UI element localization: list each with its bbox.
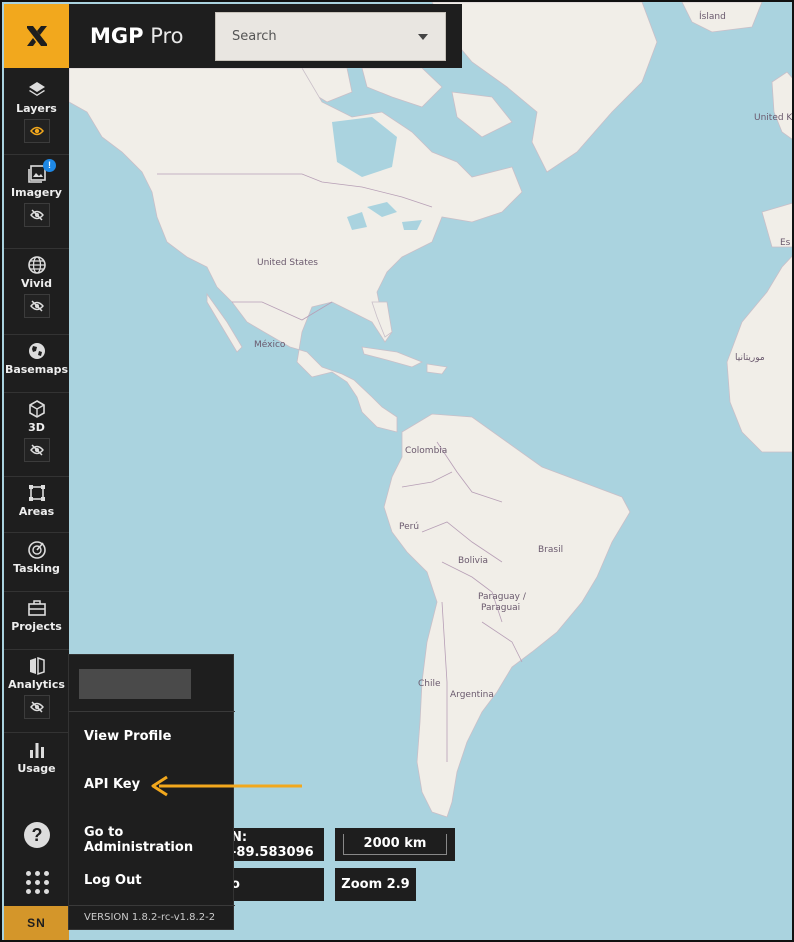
app-title-light: Pro — [143, 24, 184, 48]
map-label-united-states: United States — [257, 258, 318, 268]
analytics-visibility-toggle[interactable] — [23, 695, 50, 719]
map-label-argentina: Argentina — [450, 690, 494, 700]
user-avatar-button[interactable]: SN — [4, 906, 69, 940]
3d-visibility-toggle[interactable] — [23, 438, 50, 462]
annotation-arrow-icon — [151, 775, 302, 797]
help-icon[interactable]: ? — [24, 822, 50, 848]
sidebar-item-label: Imagery — [11, 186, 62, 199]
tasking-icon — [27, 541, 46, 559]
map-label-united-kingdom: United K — [754, 113, 793, 123]
secondary-readout: o — [231, 868, 324, 901]
south-america-land — [383, 413, 631, 818]
map-label-bolivia: Bolivia — [458, 556, 489, 566]
sidebar-item-label: Projects — [11, 620, 62, 633]
sidebar-item-label: Usage — [17, 762, 56, 775]
eye-off-icon — [29, 444, 44, 456]
chevron-down-icon — [418, 34, 428, 40]
map-label-colombia: Colombia — [405, 446, 448, 456]
sidebar-item-basemaps[interactable]: Basemaps — [4, 341, 69, 393]
sidebar-item-vivid[interactable]: Vivid — [4, 255, 69, 335]
globe-icon — [27, 256, 46, 274]
vivid-visibility-toggle[interactable] — [23, 294, 50, 318]
map-label-brasil: Brasil — [538, 545, 564, 555]
search-dropdown[interactable]: Search — [215, 12, 446, 61]
map-label-iceland: Ísland — [699, 12, 726, 22]
analytics-icon — [29, 656, 45, 676]
eye-icon — [29, 126, 44, 136]
layers-visibility-toggle[interactable] — [23, 119, 50, 143]
arctic-islands-land — [361, 67, 443, 108]
zoom-text: Zoom 2.9 — [341, 877, 410, 892]
sidebar-item-label: Tasking — [13, 562, 60, 575]
basemap-globe-icon — [28, 343, 45, 359]
coordinate-text: N: -89.583096 — [231, 829, 314, 860]
apps-grid-icon[interactable] — [26, 871, 50, 895]
sidebar-item-tasking[interactable]: Tasking — [4, 540, 69, 592]
cube-icon — [28, 400, 45, 418]
sidebar-item-areas[interactable]: Areas — [4, 483, 69, 533]
sidebar-item-analytics[interactable]: Analytics — [4, 656, 69, 733]
x-logo-icon — [26, 26, 47, 46]
eye-off-icon — [29, 300, 44, 312]
sidebar-item-3d[interactable]: 3D — [4, 399, 69, 477]
notification-badge: ! — [43, 159, 56, 172]
sidebar: Layers ! Imagery Vivid Basemaps 3D Areas… — [4, 68, 69, 940]
map-label-peru: Perú — [399, 522, 420, 532]
layers-icon — [28, 82, 45, 96]
menu-divider — [69, 711, 235, 712]
africa-land — [726, 255, 792, 453]
bar-chart-icon — [29, 743, 44, 758]
north-america-land — [68, 67, 523, 433]
menu-item-go-to-administration[interactable]: Go to Administration — [84, 825, 233, 855]
menu-divider — [69, 905, 235, 906]
sidebar-item-label: Areas — [18, 505, 55, 518]
menu-item-log-out[interactable]: Log Out — [84, 873, 142, 888]
search-placeholder: Search — [232, 29, 277, 44]
scale-bar: 2000 km — [335, 828, 455, 861]
map-label-paraguai: Paraguai — [481, 603, 521, 613]
map-label-chile: Chile — [418, 679, 441, 689]
sidebar-item-label: Analytics — [8, 678, 65, 691]
scale-bar-outline: 2000 km — [342, 834, 448, 855]
cuba-land — [361, 346, 423, 368]
eye-off-icon — [29, 701, 44, 713]
map-label-spain: Es — [780, 238, 791, 248]
sidebar-item-projects[interactable]: Projects — [4, 598, 69, 650]
redacted-user-name — [79, 669, 191, 699]
sidebar-item-layers[interactable]: Layers — [4, 80, 69, 155]
map-label-paraguay: Paraguay / — [478, 592, 526, 602]
app-title-bold: MGP — [90, 24, 144, 48]
app-title: MGP Pro — [90, 24, 184, 48]
menu-item-api-key[interactable]: API Key — [84, 777, 140, 792]
imagery-visibility-toggle[interactable] — [23, 203, 50, 227]
sidebar-item-label: Vivid — [21, 277, 52, 290]
map-label-mauritania: موريتانيا — [735, 353, 765, 363]
top-bar: MGP Pro Search — [4, 4, 462, 68]
app-window: Ísland United K Es United States México … — [0, 0, 794, 942]
sidebar-item-label: 3D — [28, 421, 45, 434]
coordinate-readout: N: -89.583096 — [231, 828, 324, 861]
sidebar-item-label: Layers — [16, 102, 57, 115]
sidebar-item-imagery[interactable]: ! Imagery — [4, 159, 69, 249]
app-logo[interactable] — [4, 4, 69, 68]
sidebar-item-usage[interactable]: Usage — [4, 740, 69, 792]
greenland-land — [431, 2, 658, 173]
scale-text: 2000 km — [363, 836, 427, 851]
sidebar-item-label: Basemaps — [4, 363, 69, 376]
version-text: VERSION 1.8.2-rc-v1.8.2-2 — [84, 912, 216, 923]
map-label-mexico: México — [254, 340, 286, 350]
eye-off-icon — [29, 209, 44, 221]
area-square-icon — [28, 485, 45, 501]
zoom-level: Zoom 2.9 — [335, 868, 416, 901]
briefcase-icon — [27, 600, 46, 616]
menu-item-view-profile[interactable]: View Profile — [84, 729, 171, 744]
